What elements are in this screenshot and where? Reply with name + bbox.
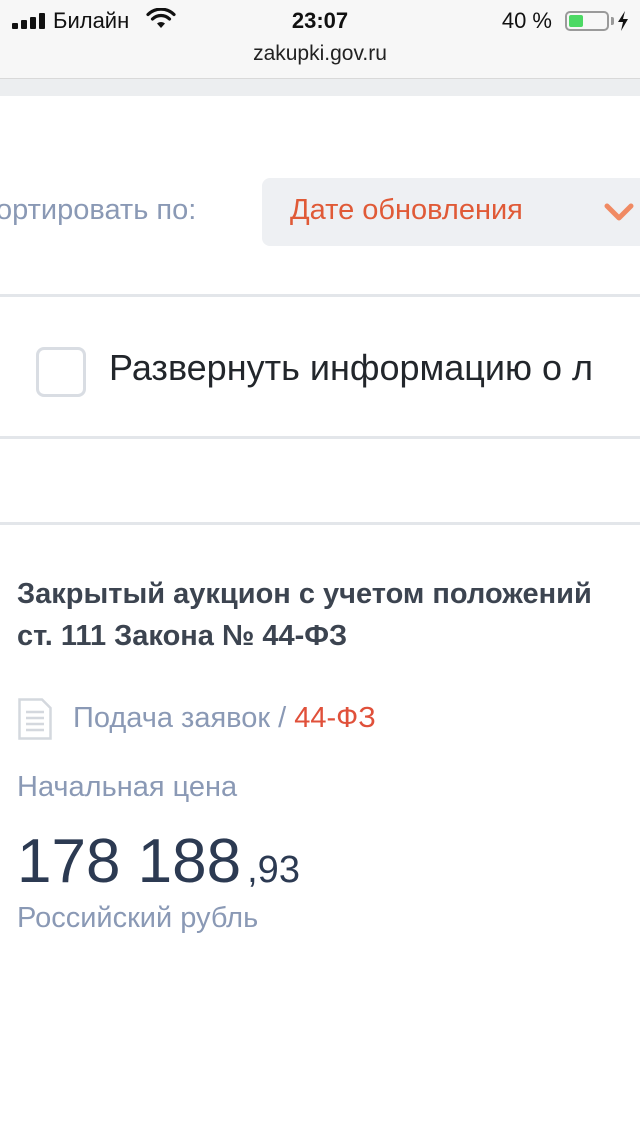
procurement-title[interactable]: Закрытый аукцион с учетом положений ст. …	[17, 573, 617, 657]
divider	[0, 522, 640, 525]
divider	[0, 436, 640, 439]
initial-price: 178 188,93	[17, 826, 300, 897]
expand-info-label[interactable]: Развернуть информацию о л	[109, 347, 593, 389]
battery-icon	[565, 11, 609, 31]
address-bar-url[interactable]: zakupki.gov.ru	[0, 42, 640, 66]
stage-label: Подача заявок	[73, 702, 271, 734]
sort-dropdown[interactable]: Дате обновления	[262, 178, 640, 246]
battery-cap	[611, 17, 614, 25]
procurement-stage: Подача заявок / 44-ФЗ	[73, 702, 376, 735]
law-badge: 44-ФЗ	[294, 702, 376, 734]
currency-label: Российский рубль	[17, 902, 259, 934]
header-strip	[0, 79, 640, 96]
status-bar: Билайн 23:07 40 %	[0, 0, 640, 42]
battery-percent: 40 %	[501, 8, 552, 33]
price-integer: 178 188	[17, 827, 242, 896]
price-fraction: ,93	[247, 849, 300, 891]
charging-bolt-icon	[618, 11, 628, 31]
stage-separator: /	[270, 702, 295, 734]
divider	[0, 294, 640, 297]
document-icon	[18, 698, 52, 740]
battery-level-fill	[569, 15, 584, 27]
expand-info-checkbox[interactable]	[36, 347, 86, 397]
chevron-down-icon	[604, 203, 634, 221]
initial-price-label: Начальная цена	[17, 771, 238, 803]
sort-selected-value: Дате обновления	[290, 194, 523, 226]
browser-top-bar: Билайн 23:07 40 % zakupki.gov.ru	[0, 0, 640, 79]
sort-label: ортировать по:	[0, 194, 197, 226]
